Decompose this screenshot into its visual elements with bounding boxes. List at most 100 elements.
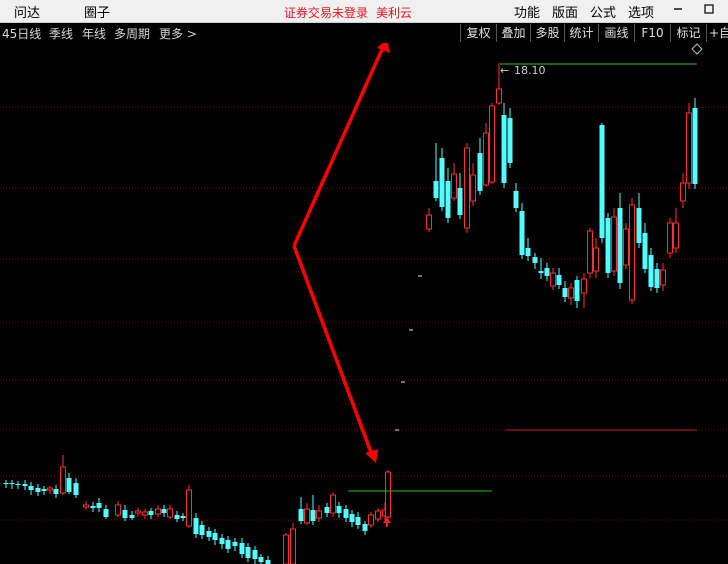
candle bbox=[232, 538, 238, 551]
login-notice[interactable]: 证券交易未登录 bbox=[284, 4, 368, 21]
btn-multi-stock[interactable]: 多股 bbox=[530, 24, 564, 42]
candle bbox=[617, 193, 623, 289]
candle bbox=[212, 529, 218, 545]
candle bbox=[180, 513, 186, 521]
candle bbox=[680, 173, 686, 208]
arrow-annotation-icon bbox=[292, 43, 390, 463]
candle bbox=[673, 208, 679, 253]
menu-layout[interactable]: 版面 bbox=[552, 2, 578, 21]
candle bbox=[556, 268, 562, 289]
candle bbox=[611, 208, 617, 276]
btn-draw-line[interactable]: 画线 bbox=[598, 24, 634, 42]
diamond-icon[interactable] bbox=[691, 43, 703, 55]
period-more[interactable]: 更多 > bbox=[159, 25, 197, 42]
btn-statistics[interactable]: 统计 bbox=[564, 24, 598, 42]
candle bbox=[265, 556, 271, 564]
candle bbox=[385, 470, 391, 518]
high-price-label: 18.10 bbox=[514, 64, 546, 77]
chart-toolbar: 45日线 季线 年线 多周期 更多 > 复权 叠加 多股 统计 画线 F10 标… bbox=[0, 23, 728, 43]
candle bbox=[470, 163, 476, 206]
candle bbox=[129, 511, 135, 520]
candle bbox=[544, 263, 550, 281]
candle bbox=[507, 108, 513, 168]
candle bbox=[660, 263, 666, 291]
candle bbox=[245, 543, 251, 562]
candle bbox=[623, 223, 629, 269]
candle bbox=[122, 505, 128, 521]
candle bbox=[324, 503, 330, 517]
candle bbox=[283, 533, 289, 564]
btn-mark[interactable]: 标记 bbox=[670, 24, 706, 42]
candle bbox=[35, 484, 41, 496]
period-quarter[interactable]: 季线 bbox=[49, 25, 73, 42]
btn-fuquan[interactable]: 复权 bbox=[460, 24, 496, 42]
candle bbox=[199, 521, 205, 539]
candle bbox=[477, 138, 483, 195]
period-45day[interactable]: 45日线 bbox=[2, 25, 41, 42]
candle bbox=[115, 501, 121, 517]
menu-quanzi[interactable]: 圈子 bbox=[84, 2, 110, 21]
candle bbox=[167, 505, 173, 519]
candle bbox=[648, 248, 654, 291]
candle bbox=[426, 208, 432, 232]
candle bbox=[310, 495, 316, 525]
candle bbox=[538, 258, 544, 279]
period-multi[interactable]: 多周期 bbox=[114, 25, 150, 42]
menu-options[interactable]: 选项 bbox=[628, 2, 654, 21]
candle bbox=[636, 193, 642, 248]
candlesticks bbox=[3, 63, 698, 564]
stock-name: 美利云 bbox=[376, 6, 413, 20]
dash-marks bbox=[395, 275, 422, 431]
candle bbox=[433, 143, 439, 201]
candle bbox=[206, 527, 212, 541]
candle bbox=[290, 523, 296, 564]
restore-icon[interactable] bbox=[702, 2, 716, 16]
candle bbox=[654, 263, 660, 293]
minimize-icon[interactable] bbox=[671, 2, 685, 16]
candle bbox=[550, 268, 556, 290]
candle bbox=[258, 554, 264, 564]
candle bbox=[692, 98, 698, 189]
candle bbox=[439, 148, 445, 211]
candle bbox=[686, 103, 692, 189]
candle bbox=[483, 123, 489, 187]
candle bbox=[642, 223, 648, 273]
candle bbox=[629, 198, 635, 304]
candle bbox=[219, 534, 225, 549]
candle bbox=[330, 492, 336, 517]
candle bbox=[457, 173, 463, 219]
btn-f10[interactable]: F10 bbox=[634, 24, 670, 42]
candle bbox=[174, 511, 180, 522]
candle bbox=[375, 508, 381, 522]
candle bbox=[66, 473, 72, 494]
candle bbox=[568, 283, 574, 305]
candle bbox=[186, 485, 192, 528]
candle bbox=[96, 498, 102, 512]
menu-formula[interactable]: 公式 bbox=[590, 2, 616, 21]
candle bbox=[142, 509, 148, 519]
candle bbox=[155, 505, 161, 517]
candle bbox=[451, 163, 457, 201]
candle bbox=[574, 276, 580, 308]
btn-add-watchlist[interactable]: +自选 bbox=[706, 24, 728, 42]
menu-function[interactable]: 功能 bbox=[514, 2, 540, 21]
candle bbox=[60, 455, 66, 495]
candle bbox=[368, 512, 374, 528]
btn-overlay[interactable]: 叠加 bbox=[496, 24, 530, 42]
candle bbox=[581, 273, 587, 308]
candle bbox=[489, 103, 495, 184]
candle bbox=[343, 505, 349, 522]
candle bbox=[28, 482, 34, 495]
candle bbox=[225, 536, 231, 553]
candle bbox=[525, 238, 531, 261]
kline-chart[interactable]: ← 18.10 bbox=[0, 43, 728, 564]
candle bbox=[355, 512, 361, 529]
candle bbox=[464, 143, 470, 233]
period-year[interactable]: 年线 bbox=[82, 25, 106, 42]
candle bbox=[252, 546, 258, 564]
candle bbox=[9, 480, 15, 489]
menu-wenda[interactable]: 问达 bbox=[14, 2, 40, 21]
candle bbox=[90, 502, 96, 512]
candle bbox=[22, 480, 28, 490]
candle bbox=[349, 510, 355, 527]
